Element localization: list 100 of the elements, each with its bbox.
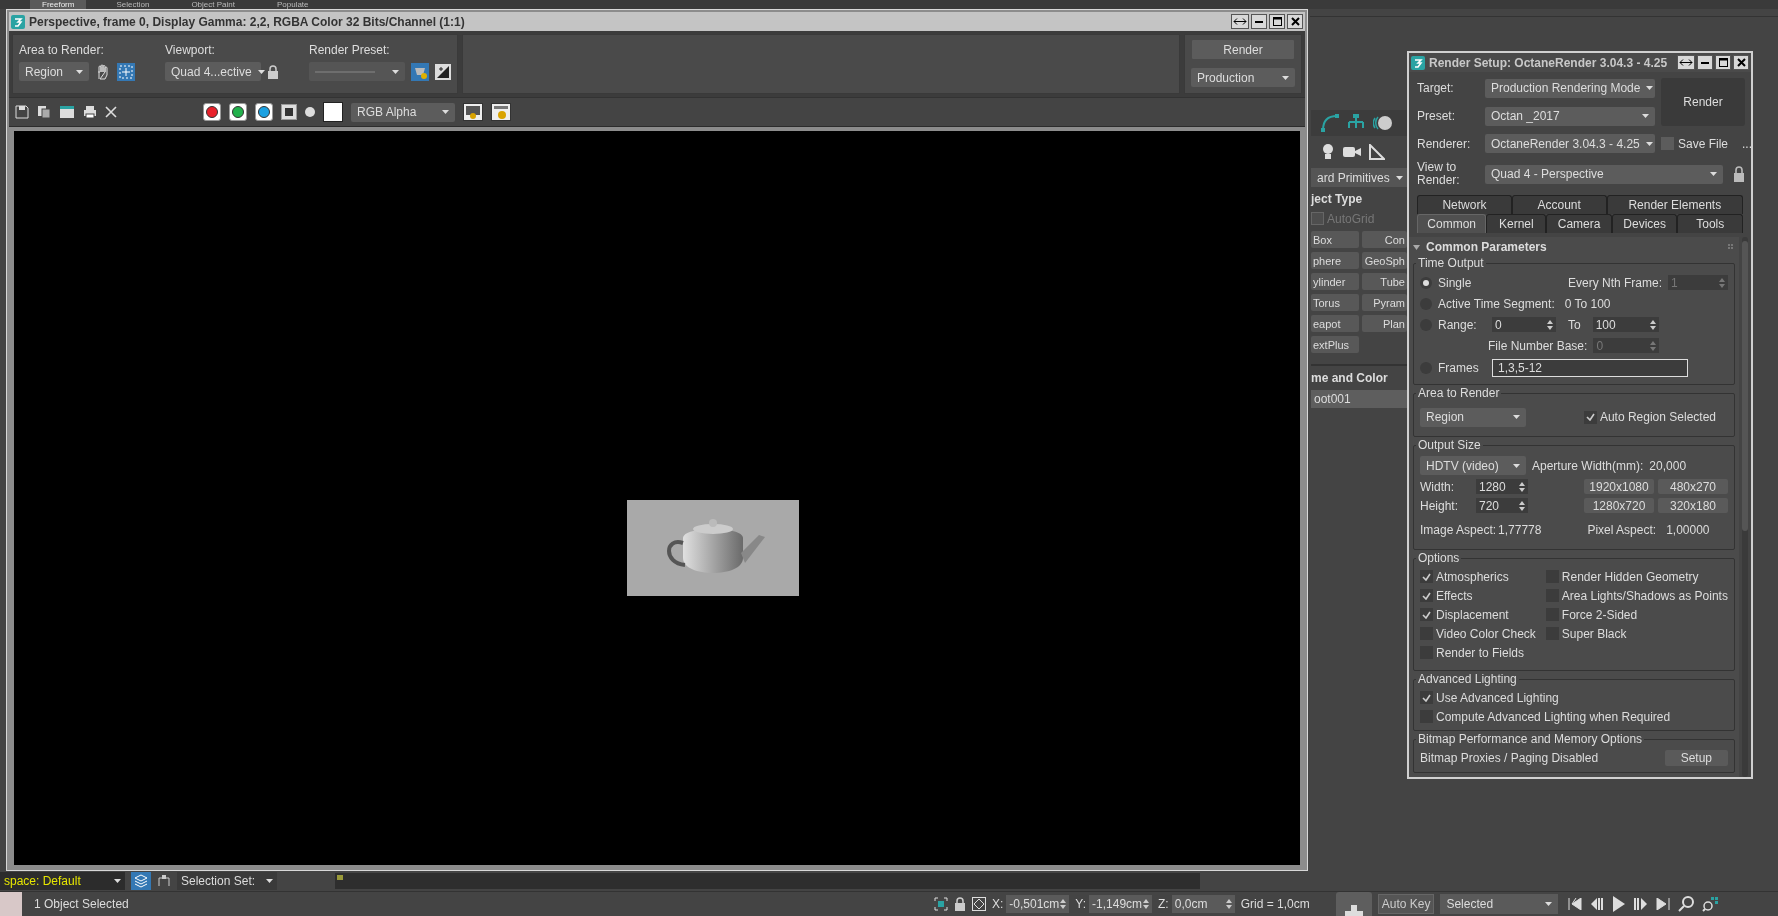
print-icon[interactable] [83,105,97,119]
collapse-triangle-icon[interactable] [1413,244,1420,250]
go-to-end-icon[interactable] [1656,898,1671,910]
motion-sphere-icon[interactable] [1373,114,1393,132]
checkbox-label[interactable]: Compute Advanced Lighting when Required [1436,709,1671,724]
render-mode-dropdown[interactable]: Production [1191,68,1295,87]
tab[interactable]: Network [1417,195,1512,214]
time-marker[interactable] [337,875,343,880]
exposure-icon[interactable] [435,63,451,80]
copy-icon[interactable] [37,105,51,119]
radio-label[interactable]: Frames [1438,361,1486,375]
size-preset-button[interactable]: 1920x1080 [1584,479,1654,494]
name-field[interactable]: oot001 [1311,390,1407,408]
tab[interactable]: Render Elements [1606,195,1743,214]
checkbox-label[interactable]: Force 2-Sided [1561,607,1638,622]
primitive-button[interactable]: Con [1362,231,1407,248]
checkbox-label[interactable]: Render to Fields [1436,645,1525,660]
play-icon[interactable] [1612,896,1627,912]
checkbox[interactable] [1583,410,1597,424]
spinner-field[interactable]: 100 [1592,317,1659,332]
close-icon[interactable] [105,106,117,118]
checkbox-label[interactable]: Auto Region Selected [1599,410,1716,424]
render-button[interactable]: Render [1191,39,1295,60]
spinner-field[interactable]: 720 [1476,498,1528,513]
primitive-button[interactable]: Tube [1362,273,1407,290]
checkbox-label[interactable]: Render Hidden Geometry [1561,569,1699,584]
checkbox-label[interactable]: Save File [1678,136,1729,151]
minimize-button[interactable] [1251,14,1267,29]
checkbox[interactable] [1420,691,1433,704]
primitive-button[interactable]: extPlus [1311,336,1359,353]
spinner-field[interactable]: 0 [1492,317,1556,332]
previous-frame-icon[interactable] [1590,898,1605,910]
maximize-button[interactable] [1269,14,1285,29]
key-filter-dropdown[interactable]: Selected [1440,894,1559,914]
checkbox[interactable] [1420,570,1433,583]
checkbox-label[interactable]: Super Black [1561,626,1627,641]
radio-button[interactable] [1420,276,1432,289]
ribbon-tab[interactable]: Populate [264,0,321,9]
auto-key-button[interactable]: Auto Key [1377,894,1435,914]
transform-mode-icon[interactable] [972,897,986,911]
display-icon[interactable] [463,103,483,121]
selection-tool-icon[interactable] [157,874,171,888]
channel-dropdown[interactable]: RGB Alpha [351,102,455,122]
ribbon-tab[interactable]: Object Paint [179,0,247,9]
primitive-button[interactable]: eapot [1311,315,1359,332]
size-preset-button[interactable]: 1280x720 [1584,498,1654,513]
checkbox-label[interactable]: Displacement [1436,607,1509,622]
checkbox[interactable] [1661,137,1674,150]
resize-icon[interactable] [1677,55,1695,70]
go-to-start-icon[interactable] [1568,898,1583,910]
zoom-extents-icon[interactable] [1702,896,1719,912]
ruler-triangle-icon[interactable] [1369,144,1385,160]
coordinate-field[interactable]: 0,0cm [1171,895,1235,913]
checkbox-label[interactable]: Area Lights/Shadows as Points [1561,588,1728,603]
size-preset-button[interactable]: 480x270 [1658,479,1728,494]
primitive-button[interactable]: GeoSph [1362,252,1407,269]
tab[interactable]: Kernel [1486,214,1547,233]
minimize-button[interactable] [1697,55,1713,70]
radio-label[interactable]: Single [1438,275,1472,290]
color-swatch[interactable] [323,102,343,122]
checkbox-label[interactable]: Effects [1436,588,1473,603]
maximize-button[interactable] [1715,55,1731,70]
ribbon-tab[interactable]: Selection [104,0,162,9]
area-dropdown[interactable]: Region [19,62,89,81]
render-settings-icon[interactable] [411,62,429,81]
render-button[interactable]: Render [1661,78,1745,126]
checkbox[interactable] [1420,608,1433,621]
tab[interactable]: Devices [1611,214,1678,233]
setting-dropdown[interactable]: Octan _2017 [1485,106,1655,126]
frames-field[interactable]: 1,3,5-12 [1492,359,1688,377]
alpha-toggle-icon[interactable] [281,104,297,120]
selection-set-dropdown[interactable]: Selection Set: [177,872,277,890]
ribbon-tab[interactable]: Freeform [30,0,87,9]
region-select-icon[interactable] [117,62,135,81]
radio-label[interactable]: Range: [1438,317,1486,332]
search-icon[interactable] [1678,896,1695,912]
lock-icon[interactable] [267,64,279,79]
save-icon[interactable] [15,105,29,119]
more-button[interactable]: ... [1742,136,1753,151]
setting-dropdown[interactable]: Production Rendering Mode [1485,78,1655,98]
tab[interactable]: Common [1417,214,1487,233]
radio-label[interactable]: Active Time Segment: [1438,296,1555,311]
next-frame-icon[interactable] [1634,898,1649,910]
clone-window-icon[interactable] [59,105,75,119]
resize-icon[interactable] [1231,14,1249,29]
size-preset-button[interactable]: 320x180 [1658,498,1728,513]
close-button[interactable] [1733,55,1749,70]
layers-icon[interactable] [131,872,151,890]
curve-modifier-icon[interactable] [1321,114,1339,132]
scrollbar[interactable] [1742,237,1748,777]
workspace-dropdown[interactable]: space: Default [0,872,125,890]
display-window-icon[interactable] [491,103,511,121]
primitive-button[interactable]: Torus [1311,294,1359,311]
set-key-button[interactable] [1335,891,1372,916]
checkbox-label[interactable]: Atmospherics [1436,569,1509,584]
rollout-title[interactable]: Common Parameters [1426,240,1722,254]
mono-dot-icon[interactable] [305,107,315,117]
setting-dropdown[interactable]: OctaneRender 3.04.3 - 4.25 [1485,134,1655,153]
primitive-button[interactable]: phere [1311,252,1359,269]
category-dropdown[interactable]: ard Primitives [1311,168,1407,187]
